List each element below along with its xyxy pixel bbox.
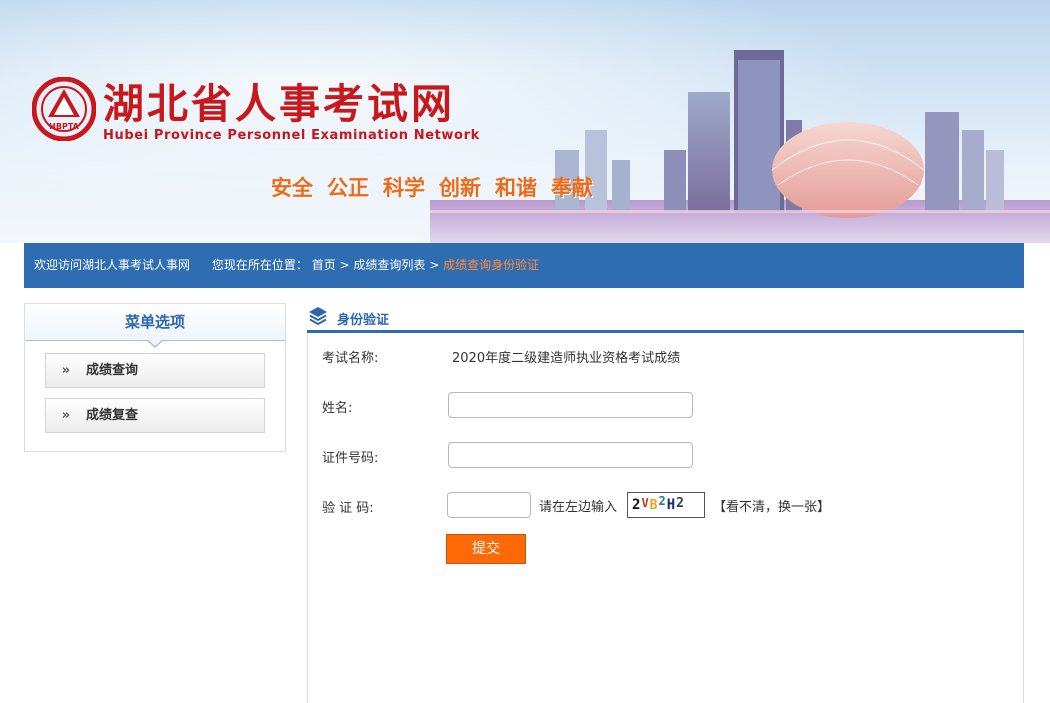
captcha-input[interactable]: [447, 492, 531, 518]
breadcrumb: 您现在所在位置： 首页 > 成绩查询列表 > 成绩查询身份验证: [212, 258, 539, 272]
breadcrumb-current: 成绩查询身份验证: [443, 258, 540, 272]
slogan-word: 和谐: [495, 176, 537, 200]
slogan-word: 科学: [383, 176, 425, 200]
header-banner: HBPTA 湖北省人事考试网 Hubei Province Personnel …: [0, 0, 1050, 243]
captcha-char: V: [641, 496, 650, 510]
captcha-hint: 请在左边输入: [539, 500, 618, 515]
name-label: 姓名:: [322, 401, 353, 416]
identity-verification-panel: 身份验证 考试名称: 2020年度二级建造师执业资格考试成绩 姓名: 证件号码:…: [307, 303, 1024, 703]
menu-title-text: 菜单选项: [124, 313, 185, 331]
captcha-refresh-link[interactable]: 【看不清，换一张】: [713, 496, 830, 515]
sidebar-item-label: 成绩查询: [86, 363, 139, 378]
captcha-image[interactable]: 2VB2H2: [627, 492, 705, 518]
captcha-char: 2: [676, 496, 685, 511]
captcha-char: 2: [658, 494, 667, 508]
captcha-char: B: [649, 498, 659, 513]
breadcrumb-separator: >: [429, 258, 440, 272]
slogan-word: 创新: [439, 176, 481, 200]
welcome-text: 欢迎访问湖北人事考试人事网: [34, 258, 191, 272]
panel-title: 身份验证: [337, 313, 390, 328]
slogan-word: 安全: [271, 176, 313, 200]
double-chevron-right-icon: »: [61, 363, 71, 378]
double-chevron-right-icon: »: [61, 408, 71, 423]
sidebar-item-label: 成绩复查: [86, 408, 139, 423]
slogan-word: 奉献: [551, 176, 593, 200]
logo-text: HBPTA: [49, 122, 79, 131]
site-name-cn: 湖北省人事考试网: [103, 80, 455, 128]
nav-bar: 欢迎访问湖北人事考试人事网 您现在所在位置： 首页 > 成绩查询列表 > 成绩查…: [24, 243, 1024, 288]
sidebar-menu: 菜单选项 » 成绩查询 » 成绩复查: [24, 303, 286, 452]
captcha-label: 验 证 码:: [322, 501, 374, 516]
breadcrumb-home-link[interactable]: 首页: [312, 258, 336, 272]
breadcrumb-separator: >: [339, 258, 350, 272]
exam-name-value: 2020年度二级建造师执业资格考试成绩: [452, 351, 681, 366]
id-number-input[interactable]: [448, 442, 693, 468]
slogan: 安全 公正 科学 创新 和谐 奉献: [271, 172, 593, 202]
captcha-char: H: [666, 497, 677, 513]
name-input[interactable]: [448, 392, 693, 418]
slogan-word: 公正: [327, 176, 369, 200]
exam-name-label: 考试名称:: [322, 351, 379, 366]
panel-header: 身份验证: [307, 303, 1024, 333]
layers-icon: [309, 307, 327, 326]
hbpta-logo-icon: HBPTA: [32, 77, 96, 141]
location-label: 您现在所在位置：: [211, 258, 308, 272]
verification-form: 考试名称: 2020年度二级建造师执业资格考试成绩 姓名: 证件号码: 验 证 …: [307, 333, 1024, 703]
sidebar-item-score-query[interactable]: » 成绩查询: [45, 353, 265, 388]
sidebar-item-score-review[interactable]: » 成绩复查: [45, 398, 265, 433]
submit-button[interactable]: 提交: [446, 534, 526, 564]
menu-title: 菜单选项: [25, 304, 285, 348]
menu-title-pointer: [146, 339, 164, 348]
breadcrumb-score-list-link[interactable]: 成绩查询列表: [353, 258, 425, 272]
id-number-label: 证件号码:: [322, 451, 379, 466]
site-name-en: Hubei Province Personnel Examination Net…: [103, 128, 480, 143]
